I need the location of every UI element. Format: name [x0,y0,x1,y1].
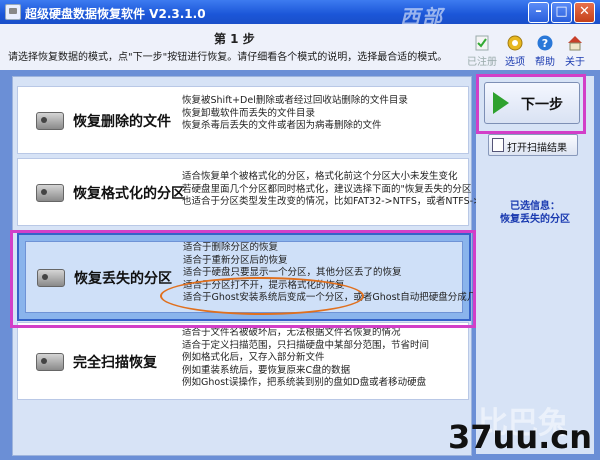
selected-info-value: 恢复丢失的分区 [500,214,570,225]
desc-line: 适合于定义扫描范围，只扫描硬盘中某部分范围，节省时间 [182,339,430,351]
close-button[interactable]: ✕ [574,2,595,23]
desc-line: 也适合于分区类型发生改变的情况，比如FAT32->NTFS，或者NTFS->FA [182,196,493,207]
help-icon: ? [537,35,553,51]
mode-description: 适合恢复单个被格式化的分区，格式化前这个分区大小未发生变化 若硬盘里面几个分区都… [182,171,492,209]
app-window: 超级硬盘数据恢复软件 V2.3.1.0 西部 – □ ✕ 第 1 步 请选择恢复… [0,0,600,460]
hard-disk-icon [36,353,64,371]
document-icon [492,138,504,152]
open-scan-result-button[interactable]: 打开扫描结果 [488,134,578,156]
desc-line: 例如格式化后，又存入部分新文件 [182,352,325,363]
selected-info-label: 已选信息： [510,201,560,212]
mode-recover-deleted[interactable]: 恢复删除的文件 恢复被Shift+Del删除或者经过回收站删除的文件目录 恢复卸… [17,86,469,154]
gear-icon [507,35,523,51]
annotation-ellipse [160,277,364,315]
registered-icon [475,35,489,51]
toolbar-options-label: 选项 [505,57,525,68]
desc-line: 若硬盘里面几个分区都同时格式化，建议选择下面的"恢复丢失的分区 [182,183,472,195]
green-arrow-icon [493,92,509,114]
selected-info: 已选信息： 恢复丢失的分区 [486,200,584,226]
window-title: 超级硬盘数据恢复软件 V2.3.1.0 [25,7,206,21]
svg-text:?: ? [542,37,548,50]
mode-recover-formatted[interactable]: 恢复格式化的分区 适合恢复单个被格式化的分区，格式化前这个分区大小未发生变化 若… [17,158,492,226]
mode-title: 恢复格式化的分区 [73,186,185,202]
mode-full-scan[interactable]: 完全扫描恢复 适合于文件名被破坏后，无法根据文件名恢复的情况 适合于定义扫描范围… [17,322,469,400]
next-button[interactable]: 下一步 [484,82,580,124]
desc-line: 例如Ghost误操作，把系统装到别的盘如D盘或者移动硬盘 [182,377,427,388]
watermark-site: 37uu.cn [448,418,592,456]
mode-description: 适合于文件名被破坏后，无法根据文件名恢复的情况 适合于定义扫描范围，只扫描硬盘中… [182,327,429,390]
mode-title: 完全扫描恢复 [73,355,157,371]
desc-line: 恢复被Shift+Del删除或者经过回收站删除的文件目录 [182,95,408,106]
toolbar-options[interactable]: 选项 [500,34,530,68]
desc-line: 适合于文件名被破坏后，无法根据文件名恢复的情况 [182,327,401,338]
desc-line: 恢复卸载软件而丢失的文件目录 [182,107,316,119]
mode-title: 恢复删除的文件 [73,114,171,130]
toolbar-registered[interactable]: 已注册 [467,34,497,68]
maximize-button[interactable]: □ [551,2,572,23]
desc-line: 适合恢复单个被格式化的分区，格式化前这个分区大小未发生变化 [182,171,458,182]
toolbar-about[interactable]: 关于 [560,34,590,68]
desc-line: 例如重装系统后，要恢复原来C盘的数据 [182,364,351,376]
toolbar-about-label: 关于 [565,57,585,68]
home-icon [568,36,582,51]
title-bar[interactable]: 超级硬盘数据恢复软件 V2.3.1.0 西部 – □ ✕ [0,0,600,29]
toolbar-help-label: 帮助 [535,57,555,68]
next-button-label: 下一步 [521,97,563,113]
open-scan-result-label: 打开扫描结果 [507,143,567,154]
hard-disk-icon [36,184,64,202]
toolbar-help[interactable]: ? 帮助 [530,34,560,68]
step-title: 第 1 步 [214,32,255,46]
desc-line: 恢复杀毒后丢失的文件或者因为病毒删除的文件 [182,120,382,131]
instruction-text: 请选择恢复数据的模式，点"下一步"按钮进行恢复。请仔细看各个模式的说明，选择最合… [8,52,448,63]
mode-description: 恢复被Shift+Del删除或者经过回收站删除的文件目录 恢复卸载软件而丢失的文… [182,95,408,133]
toolbar-registered-label: 已注册 [467,57,497,68]
minimize-button[interactable]: – [528,2,549,23]
app-disk-icon [5,4,21,20]
hard-disk-icon [36,112,64,130]
